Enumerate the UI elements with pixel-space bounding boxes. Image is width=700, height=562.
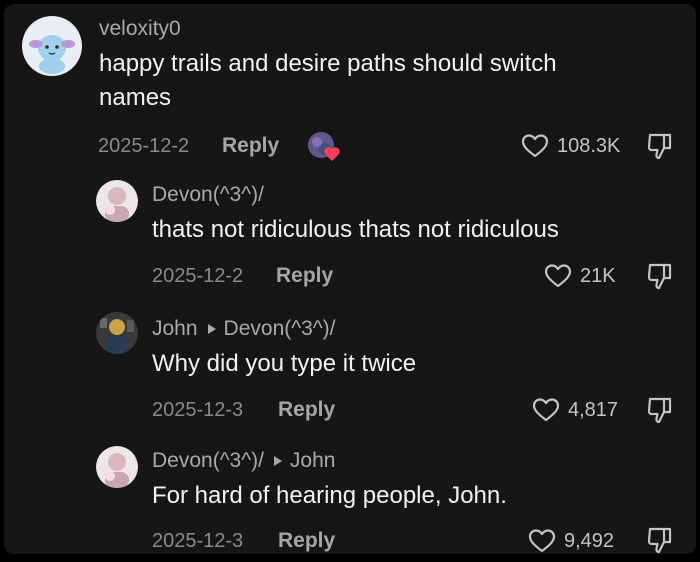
reply-button[interactable]: Reply [222,134,279,158]
avatar[interactable] [96,312,138,354]
triangle-right-icon [273,456,282,466]
heart-outline-icon [528,529,556,553]
heart-outline-icon [544,264,572,288]
comment-text: thats not ridiculous thats not ridiculou… [152,216,559,243]
like-count: 4,817 [568,398,619,421]
reply-to-username[interactable]: John [290,449,336,473]
avatar[interactable] [96,180,138,222]
avatar[interactable] [22,16,82,76]
reply-button[interactable]: Reply [278,529,335,553]
dislike-button[interactable] [645,131,675,166]
thumbs-down-icon [647,263,672,290]
like-count: 108.3K [557,134,621,157]
creator-liked-heart-icon [306,130,342,169]
like-count: 9,492 [564,529,615,552]
comment-date: 2025-12-2 [98,135,190,157]
comment-text: For hard of hearing people, John. [152,482,507,509]
comment-date: 2025-12-3 [152,399,244,421]
thumbs-down-icon [647,397,672,424]
triangle-right-icon [207,324,216,334]
avatar[interactable] [96,446,138,488]
comments-panel: veloxity0 happy trails and desire paths … [4,4,696,554]
dislike-button[interactable] [645,395,675,430]
comment-date: 2025-12-3 [152,530,244,552]
like-button[interactable]: 108.3K [521,133,620,159]
like-count: 21K [580,264,616,287]
comment-username[interactable]: veloxity0 [99,17,181,41]
dislike-button[interactable] [645,525,675,554]
like-button[interactable]: 9,492 [528,528,614,554]
comment-date: 2025-12-2 [152,265,244,287]
heart-outline-icon [521,134,549,158]
dislike-button[interactable] [645,261,675,296]
reply-to-username[interactable]: Devon(^3^)/ [224,317,336,341]
like-button[interactable]: 4,817 [532,397,618,423]
heart-outline-icon [532,398,560,422]
thumbs-down-icon [647,527,672,554]
reply-button[interactable]: Reply [276,264,333,288]
comment-text: happy trails and desire paths should swi… [99,50,557,111]
comment-username[interactable]: John Devon(^3^)/ [152,317,335,341]
reply-button[interactable]: Reply [278,398,335,422]
thumbs-down-icon [647,133,672,160]
like-button[interactable]: 21K [544,263,616,289]
comment-text: Why did you type it twice [152,350,417,377]
comment-username[interactable]: Devon(^3^)/ [152,183,264,207]
comment-username[interactable]: Devon(^3^)/ John [152,449,335,473]
